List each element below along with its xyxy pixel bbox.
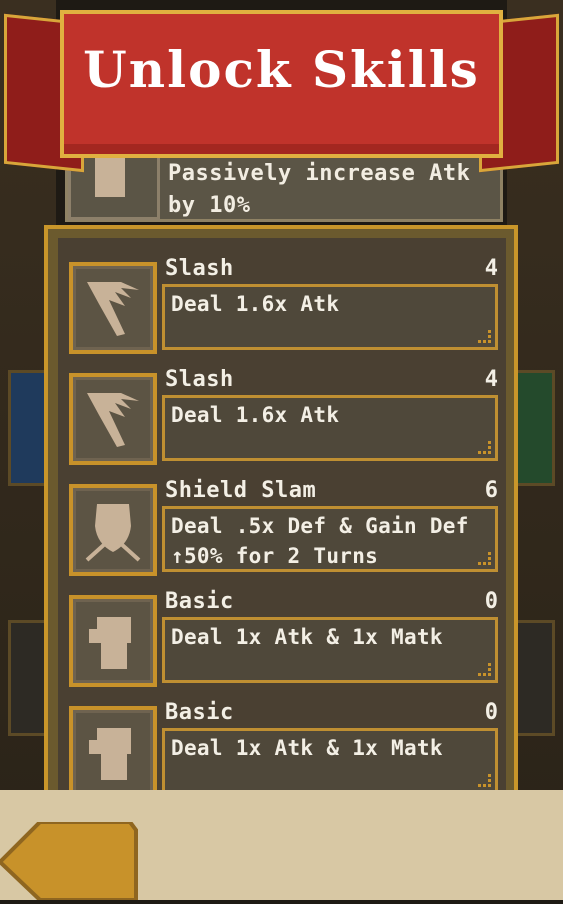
- skill-description-text: Deal 1x Atk & 1x Matk: [171, 625, 443, 649]
- corner-decoration: [478, 663, 491, 676]
- skill-row[interactable]: Slash 4 Deal 1.6x Atk: [66, 256, 506, 362]
- skill-name: Basic: [165, 700, 234, 725]
- back-button[interactable]: [0, 820, 140, 902]
- skill-row[interactable]: Basic 0 Deal 1x Atk & 1x Matk: [66, 589, 506, 695]
- shield-icon: [69, 484, 157, 576]
- corner-decoration: [478, 441, 491, 454]
- skill-description-text: Deal 1x Atk & 1x Matk: [171, 736, 443, 760]
- skill-description: Deal .5x Def & Gain Def ↑50% for 2 Turns: [162, 506, 498, 572]
- skill-cost: 0: [484, 589, 498, 614]
- fist-icon: [69, 595, 157, 687]
- skill-name: Shield Slam: [165, 478, 317, 503]
- skill-cost: 4: [484, 367, 498, 392]
- slash-icon: [69, 373, 157, 465]
- back-arrow-icon: [0, 820, 138, 902]
- skill-cost: 6: [484, 478, 498, 503]
- skill-name: Slash: [165, 367, 234, 392]
- skill-description-text: Deal 1.6x Atk: [171, 403, 340, 427]
- passive-skill-description: Passively increase Atk by 10%: [168, 161, 471, 218]
- skill-cost: 4: [484, 256, 498, 281]
- skill-description: Deal 1.6x Atk: [162, 395, 498, 461]
- skill-description: Deal 1x Atk & 1x Matk: [162, 617, 498, 683]
- skill-name: Slash: [165, 256, 234, 281]
- skill-description-text: Deal 1.6x Atk: [171, 292, 340, 316]
- corner-decoration: [478, 552, 491, 565]
- skill-row[interactable]: Slash 4 Deal 1.6x Atk: [66, 367, 506, 473]
- skill-row[interactable]: Shield Slam 6 Deal .5x Def & Gain Def ↑5…: [66, 478, 506, 584]
- skill-description: Deal 1x Atk & 1x Matk: [162, 728, 498, 794]
- fist-icon: [69, 706, 157, 798]
- corner-decoration: [478, 774, 491, 787]
- skill-description: Deal 1.6x Atk: [162, 284, 498, 350]
- corner-decoration: [478, 330, 491, 343]
- skill-description-text: Deal .5x Def & Gain Def ↑50% for 2 Turns: [171, 514, 469, 568]
- skill-name: Basic: [165, 589, 234, 614]
- page-title: Unlock Skills: [83, 40, 480, 99]
- slash-icon: [69, 262, 157, 354]
- skill-cost: 0: [484, 700, 498, 725]
